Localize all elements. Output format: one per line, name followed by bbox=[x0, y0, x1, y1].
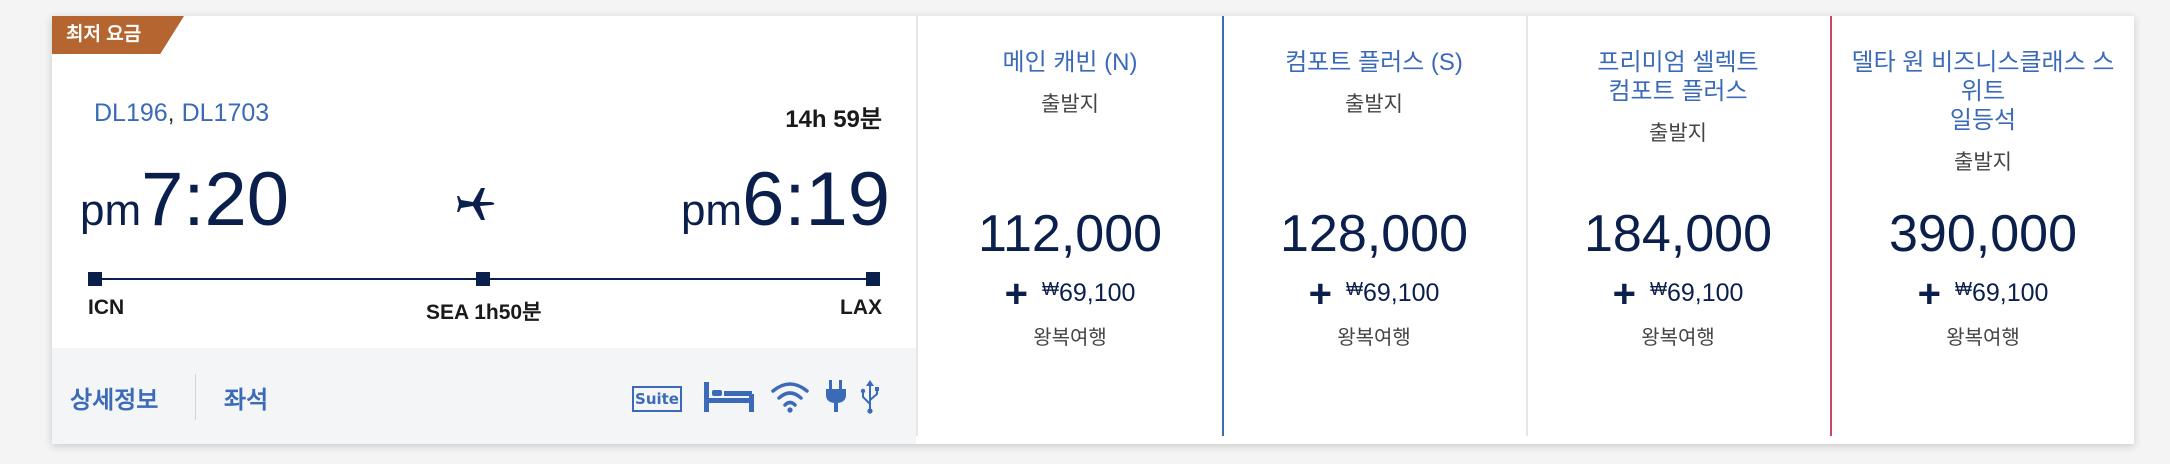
usb-icon bbox=[860, 380, 879, 414]
cabin-name: 델타 원 비즈니스클래스 스 bbox=[1851, 49, 2115, 76]
cabin-name-line-3: 일등석 bbox=[1949, 107, 2017, 134]
flight-duration: 14h 59분 bbox=[785, 106, 882, 133]
cabin-name: 프리미엄 셀렉트 bbox=[1597, 49, 1759, 76]
fare-price: 390,000 bbox=[1889, 205, 2077, 263]
plus-icon: + bbox=[1612, 272, 1636, 316]
suite-icon: Suite bbox=[632, 386, 682, 412]
power-outlet-icon bbox=[826, 380, 846, 412]
fare-tax: + ₩69,100 bbox=[1832, 272, 2134, 317]
departure-time: pm7:20 bbox=[80, 156, 289, 243]
flight-result-card: 최저 요금 DL196, DL1703 14h 59분 pm7:20 pm6:1… bbox=[52, 16, 2134, 444]
cabin-name-line-2: 컴포트 플러스 bbox=[1608, 78, 1748, 105]
trip-type: 왕복여행 bbox=[1641, 327, 1715, 349]
route-stop-marker bbox=[88, 272, 102, 286]
fare-tax: + ₩69,100 bbox=[1528, 272, 1828, 317]
origin-airport: ICN bbox=[88, 296, 125, 319]
departure-clock: 7:20 bbox=[141, 157, 290, 242]
trip-type: 왕복여행 bbox=[1946, 327, 2020, 349]
plus-icon: + bbox=[1917, 272, 1941, 316]
destination-airport: LAX bbox=[840, 296, 882, 319]
fare-option-premium-select[interactable]: 프리미엄 셀렉트 컴포트 플러스 출발지 184,000 + ₩69,100 왕복… bbox=[1528, 16, 1828, 444]
fare-tax: + ₩69,100 bbox=[1224, 272, 1524, 317]
fare-price: 112,000 bbox=[977, 205, 1163, 263]
lowest-fare-badge: 최저 요금 bbox=[52, 16, 184, 54]
flight-numbers: DL196, DL1703 bbox=[94, 99, 269, 128]
tax-amount: 69,100 bbox=[1971, 279, 2049, 307]
tax-amount: 69,100 bbox=[1666, 279, 1744, 307]
currency-symbol: ₩ bbox=[1954, 279, 1972, 299]
wifi-icon bbox=[771, 382, 809, 413]
currency-symbol: ₩ bbox=[1345, 279, 1363, 299]
trip-type: 왕복여행 bbox=[1033, 327, 1107, 349]
fare-price: 128,000 bbox=[1280, 205, 1468, 263]
tax-amount: 69,100 bbox=[1362, 279, 1440, 307]
trip-type: 왕복여행 bbox=[1337, 327, 1411, 349]
fare-origin-label: 출발지 bbox=[1345, 93, 1403, 116]
route-stop-marker bbox=[866, 272, 880, 286]
departure-ampm: pm bbox=[80, 186, 142, 235]
flight-number-link[interactable]: DL196 bbox=[94, 99, 168, 127]
column-divider bbox=[916, 16, 918, 436]
fare-price: 184,000 bbox=[1584, 205, 1772, 263]
fare-tax: + ₩69,100 bbox=[920, 272, 1220, 317]
route-stop-marker bbox=[476, 272, 490, 286]
arrival-time: pm6:19 bbox=[681, 156, 890, 243]
currency-symbol: ₩ bbox=[1649, 279, 1667, 299]
cabin-name: 메인 캐빈 (N) bbox=[1002, 49, 1138, 76]
tax-amount: 69,100 bbox=[1058, 279, 1136, 307]
fare-option-comfort-plus[interactable]: 컴포트 플러스 (S) 출발지 128,000 + ₩69,100 왕복여행 bbox=[1224, 16, 1524, 444]
flight-card-footer: 상세정보 좌석 Suite bbox=[52, 348, 916, 444]
fare-option-main-cabin[interactable]: 메인 캐빈 (N) 출발지 112,000 + ₩69,100 왕복여행 bbox=[920, 16, 1220, 444]
fare-origin-label: 출발지 bbox=[1954, 151, 2012, 174]
arrival-clock: 6:19 bbox=[742, 157, 890, 242]
flight-summary-panel: 최저 요금 DL196, DL1703 14h 59분 pm7:20 pm6:1… bbox=[52, 16, 916, 444]
cabin-name: 컴포트 플러스 (S) bbox=[1285, 49, 1463, 76]
details-link[interactable]: 상세정보 bbox=[70, 380, 158, 415]
fare-origin-label: 출발지 bbox=[1041, 93, 1099, 116]
plus-icon: + bbox=[1308, 272, 1332, 316]
flight-number-separator: , bbox=[167, 99, 175, 127]
plus-icon: + bbox=[1004, 272, 1028, 316]
flight-number-link[interactable]: DL1703 bbox=[182, 99, 270, 127]
seats-link[interactable]: 좌석 bbox=[224, 380, 268, 415]
currency-symbol: ₩ bbox=[1041, 279, 1059, 299]
arrival-ampm: pm bbox=[680, 186, 743, 235]
layover-airport: SEA 1h50분 bbox=[426, 301, 542, 324]
airplane-icon bbox=[457, 188, 495, 220]
fare-origin-label: 출발지 bbox=[1649, 122, 1707, 145]
footer-divider bbox=[195, 374, 196, 420]
cabin-name-line-2: 위트 bbox=[1960, 78, 2006, 105]
fare-option-delta-one[interactable]: 델타 원 비즈니스클래스 스 위트 일등석 출발지 390,000 + ₩69,1… bbox=[1832, 16, 2134, 444]
flat-bed-icon bbox=[704, 382, 754, 412]
